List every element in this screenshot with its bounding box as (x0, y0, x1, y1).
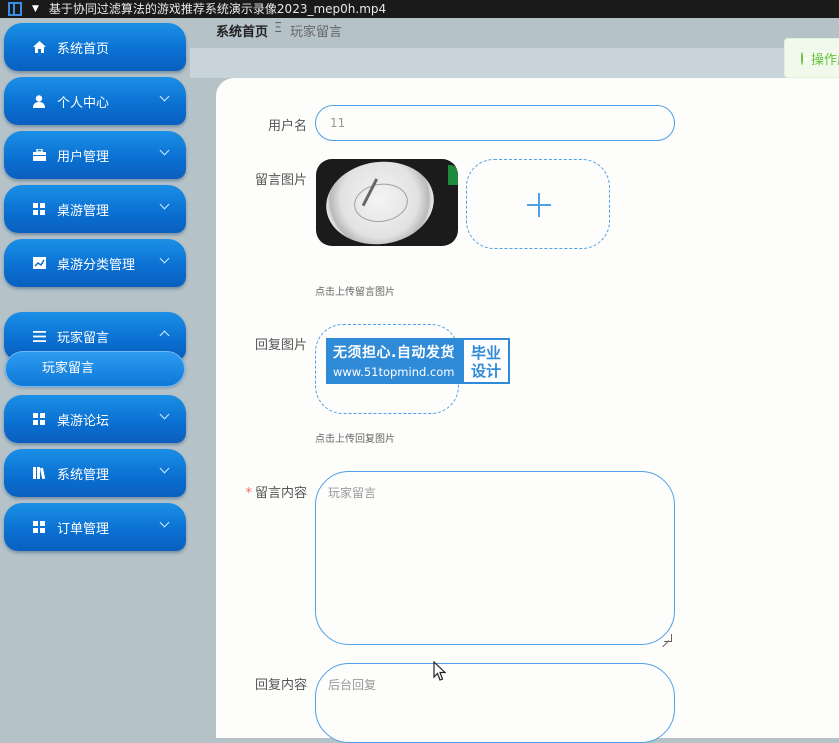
chevron-down-icon (159, 517, 170, 528)
chart-icon (32, 256, 46, 270)
sidebar-item-category-management[interactable]: 桌游分类管理 (4, 239, 186, 287)
success-toast: 操作成功 (784, 38, 839, 78)
home-icon (32, 40, 46, 54)
resize-handle-icon[interactable] (664, 634, 672, 642)
message-image-hint: 点击上传留言图片 (315, 287, 395, 298)
watermark-left: 无须担心.自动发货 www.51topmind.com (326, 338, 462, 384)
watermark-badge: 无须担心.自动发货 www.51topmind.com 毕业设计 (326, 338, 510, 384)
library-icon (32, 466, 46, 480)
sidebar-item-user-management[interactable]: 用户管理 (4, 131, 186, 179)
breadcrumb-separator: Ξ (274, 21, 283, 36)
sidebar-item-label: 桌游论坛 (57, 413, 110, 429)
window-title: 基于协同过滤算法的游戏推荐系统演示录像2023_mep0h.mp4 (48, 2, 387, 16)
breadcrumb-home[interactable]: 系统首页 (216, 21, 268, 40)
username-label: 用户名 (267, 119, 307, 134)
photo-detail (448, 165, 458, 185)
sidebar-item-label: 桌游分类管理 (57, 257, 136, 273)
message-image-uploader[interactable] (466, 159, 610, 249)
chevron-down-icon (159, 199, 170, 210)
watermark-line1: 无须担心.自动发货 (333, 345, 455, 361)
sidebar-item-boardgame-management[interactable]: 桌游管理 (4, 185, 186, 233)
sidebar-item-label: 系统管理 (57, 467, 110, 483)
sidebar-item-label: 桌游管理 (57, 203, 110, 219)
dial-photo (320, 159, 440, 246)
chevron-down-icon (159, 409, 170, 420)
grid-icon (32, 520, 46, 534)
message-image-label: 留言图片 (254, 173, 307, 188)
required-mark: * (245, 486, 252, 501)
sidebar-item-system-management[interactable]: 系统管理 (4, 449, 186, 497)
sidebar-item-home[interactable]: 系统首页 (4, 23, 186, 71)
message-content-textarea[interactable]: 玩家留言 (315, 471, 675, 645)
reply-content-textarea[interactable]: 后台回复 (315, 663, 675, 743)
sidebar-item-label: 用户管理 (57, 149, 110, 165)
reply-content-label: 回复内容 (254, 678, 307, 693)
list-icon (32, 329, 46, 343)
sidebar-item-personal-center[interactable]: 个人中心 (4, 77, 186, 125)
sidebar-item-forum[interactable]: 桌游论坛 (4, 395, 186, 443)
menu-caret-icon[interactable]: ▼ (32, 0, 39, 18)
reply-content-placeholder: 后台回复 (328, 678, 377, 692)
window-titlebar: ▼ 基于协同过滤算法的游戏推荐系统演示录像2023_mep0h.mp4 (0, 0, 839, 18)
sidebar-item-label: 个人中心 (57, 95, 110, 111)
sidebar-item-order-management[interactable]: 订单管理 (4, 503, 186, 551)
mouse-cursor-icon (433, 660, 447, 683)
briefcase-icon (32, 148, 46, 162)
chevron-down-icon (159, 463, 170, 474)
grid-icon (32, 412, 46, 426)
toast-message: 操作成功 (810, 52, 839, 68)
sidebar: 系统首页 个人中心 用户管理 桌游管理 桌游分类管理 玩家留言 玩家留言 桌游论… (0, 18, 190, 724)
app-icon (8, 2, 22, 16)
sidebar-item-label: 系统首页 (57, 41, 110, 57)
sidebar-subitem-player-messages[interactable]: 玩家留言 (5, 351, 185, 387)
chevron-down-icon (159, 253, 170, 264)
sidebar-item-label: 订单管理 (57, 521, 110, 537)
message-content-label: * 留言内容 (217, 482, 307, 501)
watermark-right: 毕业设计 (462, 338, 510, 384)
watermark-line2: www.51topmind.com (333, 365, 455, 379)
breadcrumb: 系统首页 Ξ 玩家留言 (190, 18, 839, 48)
message-content-placeholder: 玩家留言 (328, 486, 377, 500)
message-content-label-text: 留言内容 (254, 486, 307, 501)
chevron-up-icon (159, 330, 170, 341)
username-input[interactable]: 11 (315, 105, 675, 141)
content-header-band (190, 48, 839, 78)
breadcrumb-current: 玩家留言 (290, 25, 343, 40)
reply-image-hint: 点击上传回复图片 (315, 434, 395, 445)
grid-icon (32, 202, 46, 216)
plus-icon-vertical (538, 193, 540, 217)
reply-image-label: 回复图片 (254, 338, 307, 353)
check-circle-icon (801, 51, 803, 65)
message-image-thumbnail[interactable] (316, 159, 458, 246)
user-icon (32, 94, 46, 108)
chevron-down-icon (159, 145, 170, 156)
chevron-down-icon (159, 91, 170, 102)
sidebar-item-label: 玩家留言 (57, 330, 110, 346)
